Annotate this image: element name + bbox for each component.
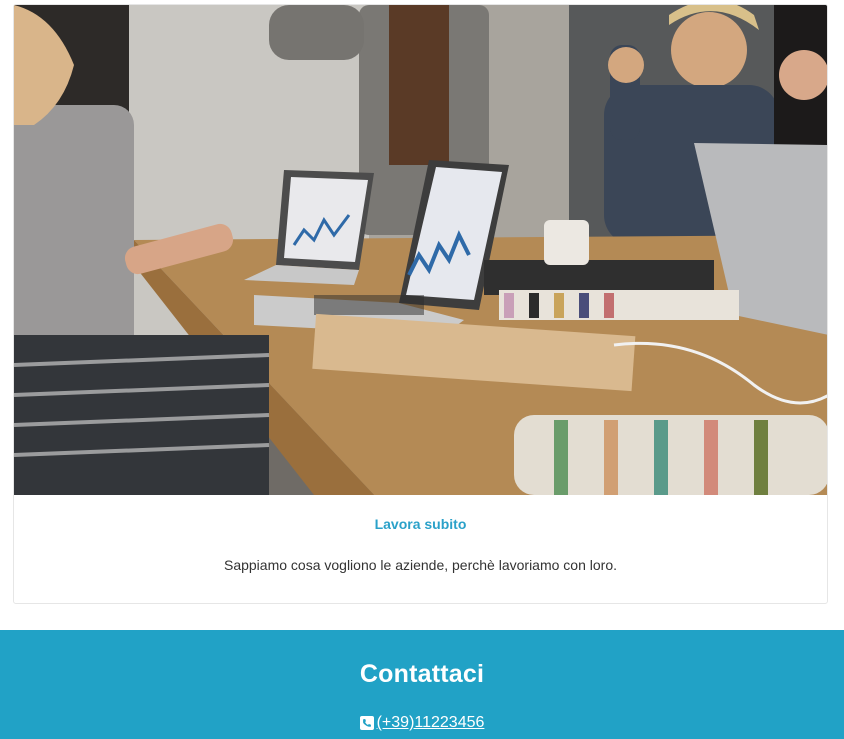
card-description: Sappiamo cosa vogliono le aziende, perch… (223, 557, 617, 573)
phone-link[interactable]: (+39)11223456 (377, 714, 485, 732)
contact-title: Contattaci (359, 660, 485, 688)
contact-section: Contattaci (+39)11223456 (0, 630, 844, 739)
card-title: Lavora subito (374, 516, 467, 532)
job-card: Lavora subito Sappiamo cosa vogliono le … (13, 4, 828, 604)
phone-square-icon (359, 716, 374, 730)
meeting-photo (14, 5, 827, 495)
phone-row: (+39)11223456 (0, 714, 844, 732)
